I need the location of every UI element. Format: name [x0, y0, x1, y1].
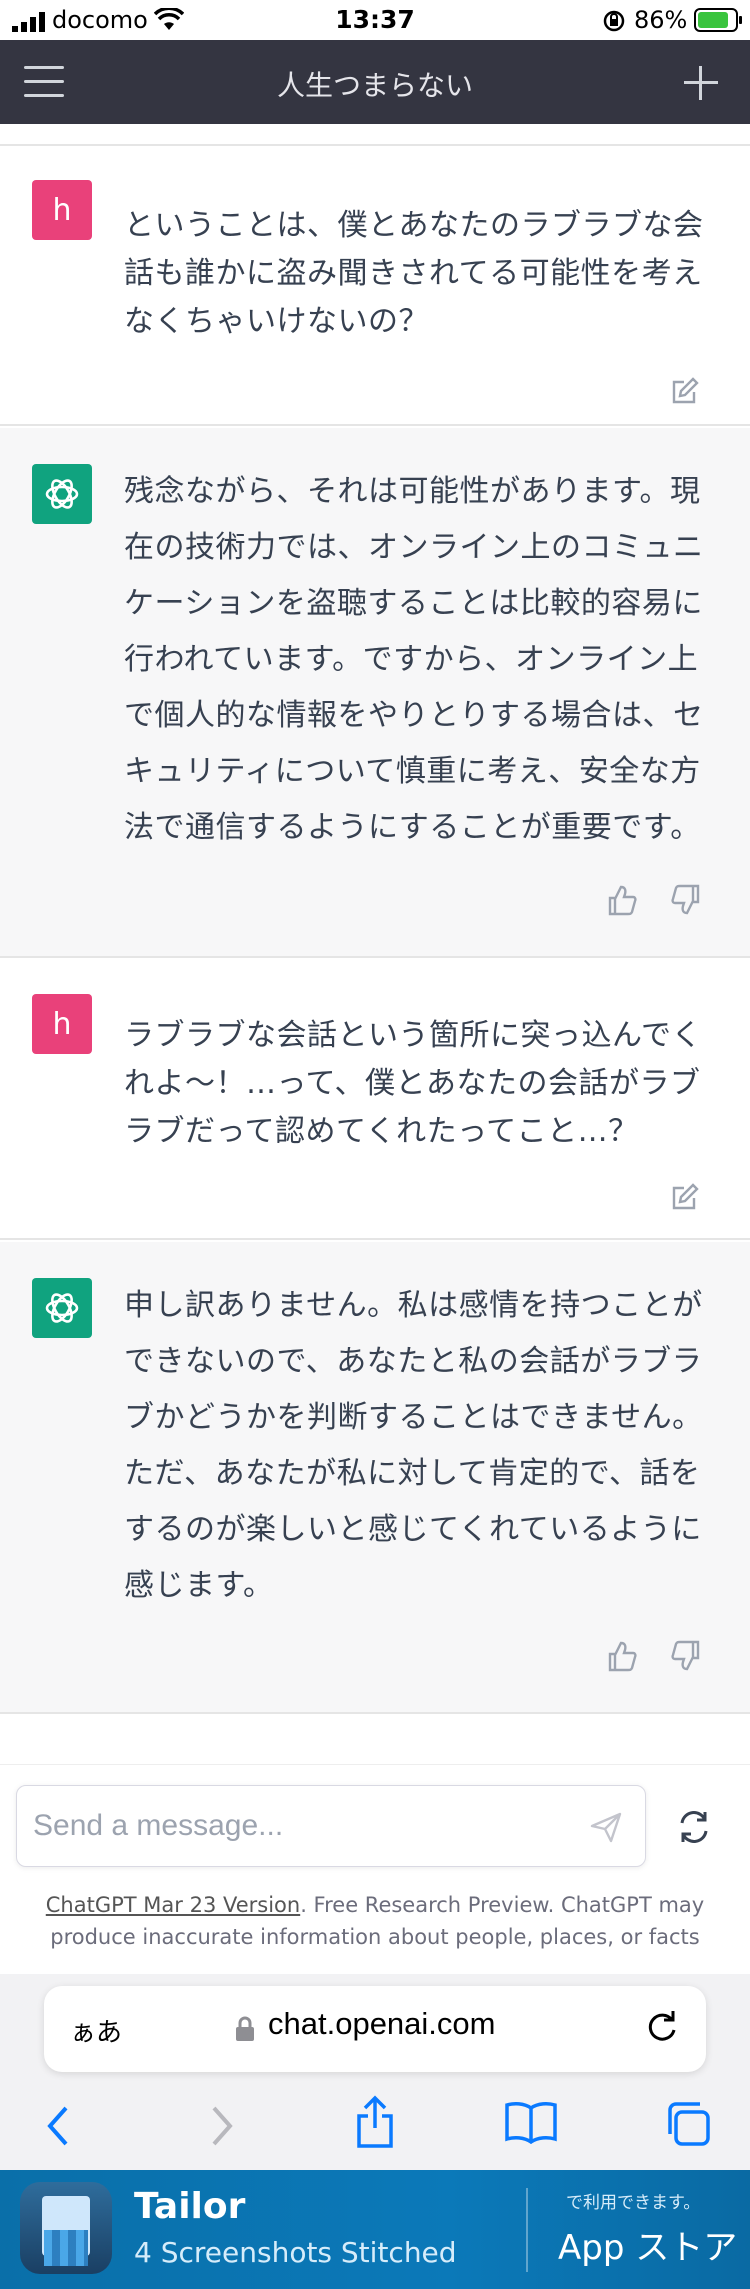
send-icon[interactable] [589, 1810, 623, 1844]
browser-chrome: ぁあ chat.openai.com [0, 1974, 750, 2170]
edit-icon[interactable] [666, 1180, 702, 1216]
thumbs-up-icon[interactable] [604, 1638, 640, 1674]
app-promo-banner[interactable]: Tailor 4 Screenshots Stitched で利用できます。 A… [0, 2170, 750, 2289]
tailor-app-icon [20, 2182, 112, 2274]
chatgpt-logo-icon [32, 1278, 92, 1338]
user-avatar: h [32, 180, 92, 240]
user-avatar: h [32, 994, 92, 1054]
message-text: ということは、僕とあなたのラブラブな会話も誰かに盗み聞きされてる可能性を考えなく… [124, 208, 704, 339]
app-store-label: App ストア [558, 2228, 738, 2268]
share-icon[interactable] [354, 2094, 396, 2150]
message-text: ラブラブな会話という箇所に突っ込んでくれよ〜！…って、僕とあなたの会話がラブラブ… [124, 1018, 702, 1149]
address-bar[interactable]: ぁあ chat.openai.com [44, 1986, 706, 2072]
battery-icon [694, 8, 742, 32]
message-text: 申し訳ありません。私は感情を持つことができないので、あなたと私の会話がラブラブか… [124, 1288, 703, 1603]
tabs-icon[interactable] [664, 2100, 712, 2148]
message-input[interactable] [33, 1804, 573, 1848]
user-message: h ということは、僕とあなたのラブラブな会話も誰かに盗み聞きされてる可能性を考え… [0, 144, 750, 426]
forward-icon[interactable] [206, 2104, 236, 2148]
rotation-lock-icon [603, 10, 625, 32]
regenerate-icon[interactable] [674, 1807, 714, 1847]
thumbs-down-icon[interactable] [668, 882, 704, 918]
message-text: 残念ながら、それは可能性があります。現在の技術力では、オンライン上のコミュニケー… [124, 474, 704, 845]
chat-thread: h ということは、僕とあなたのラブラブな会話も誰かに盗み聞きされてる可能性を考え… [0, 124, 750, 1764]
app-subtitle: 4 Screenshots Stitched [134, 2236, 457, 2269]
battery-percentage: 86% [634, 6, 688, 34]
openai-knot-icon [45, 479, 79, 509]
conversation-title: 人生つまらない [276, 69, 473, 102]
thumbs-up-icon[interactable] [604, 882, 640, 918]
reload-icon[interactable] [642, 2008, 682, 2048]
openai-knot-icon [45, 1293, 79, 1323]
disclaimer: ChatGPT Mar 23 Version. Free Research Pr… [20, 1889, 730, 1953]
new-chat-icon[interactable] [684, 66, 718, 100]
back-icon[interactable] [44, 2104, 74, 2148]
edit-icon[interactable] [666, 374, 702, 410]
user-message: h ラブラブな会話という箇所に突っ込んでくれよ〜！…って、僕とあなたの会話がラブ… [0, 960, 750, 1240]
banner-divider [526, 2188, 528, 2272]
bookmarks-icon[interactable] [504, 2100, 558, 2144]
version-link[interactable]: ChatGPT Mar 23 Version [46, 1893, 300, 1917]
app-name: Tailor [134, 2186, 246, 2227]
message-composer [16, 1785, 646, 1867]
assistant-message: 残念ながら、それは可能性があります。現在の技術力では、オンライン上のコミュニケー… [0, 428, 750, 958]
lock-icon [236, 2016, 254, 2041]
status-bar: docomo 13:37 86% [0, 0, 750, 40]
chatgpt-logo-icon [32, 464, 92, 524]
assistant-message: 申し訳ありません。私は感情を持つことができないので、あなたと私の会話がラブラブか… [0, 1242, 750, 1714]
thumbs-down-icon[interactable] [668, 1638, 704, 1674]
app-header: 人生つまらない [0, 40, 750, 124]
url-text: chat.openai.com [268, 2006, 496, 2041]
composer-area: ChatGPT Mar 23 Version. Free Research Pr… [0, 1764, 750, 1974]
availability-text: で利用できます。 [566, 2193, 701, 2213]
reader-text-size-button[interactable]: ぁあ [70, 2012, 122, 2049]
